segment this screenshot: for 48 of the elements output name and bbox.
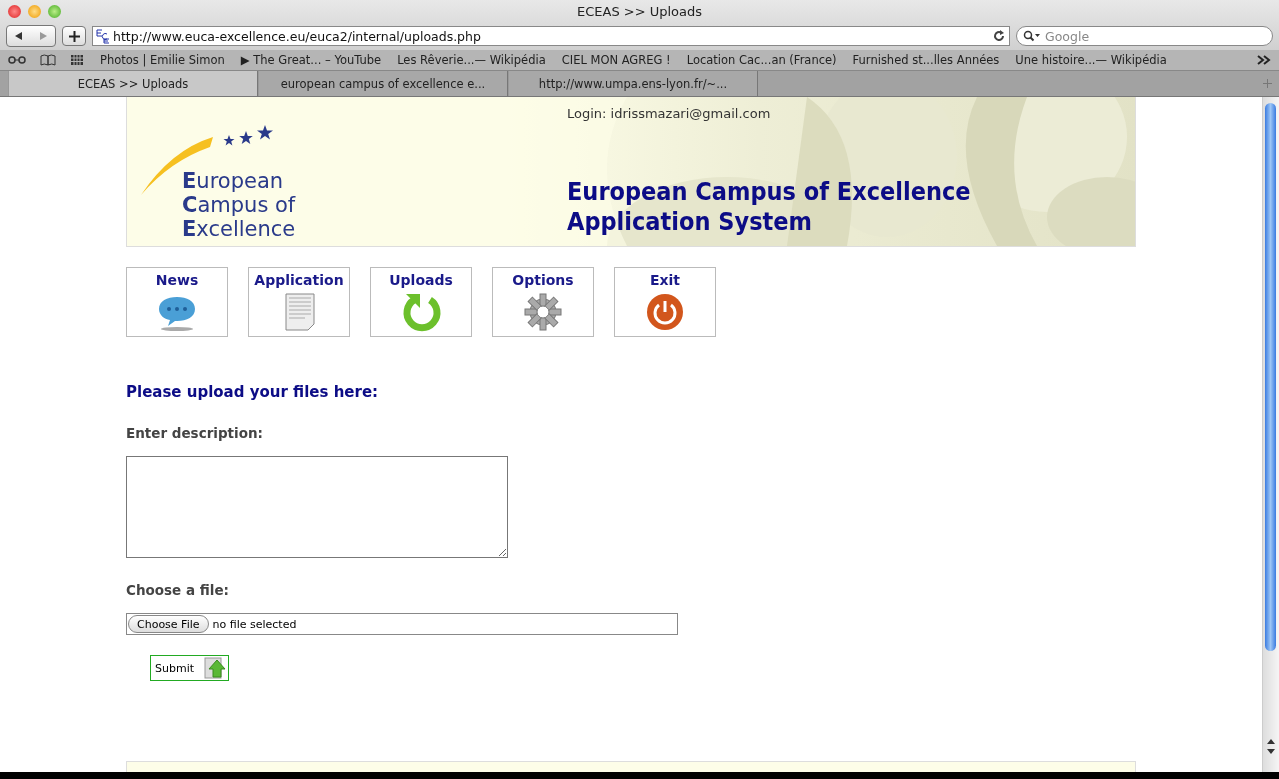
plus-icon bbox=[68, 30, 80, 42]
power-icon bbox=[644, 292, 686, 332]
more-bookmarks-icon[interactable] bbox=[1257, 55, 1271, 65]
field-label: Choose a file: bbox=[126, 582, 230, 598]
book-icon[interactable] bbox=[40, 54, 56, 66]
bookmark-link[interactable]: Location Cac...an (France) bbox=[686, 53, 837, 67]
scrollbar[interactable] bbox=[1262, 97, 1279, 772]
bookmark-link[interactable]: Une histoire...— Wikipédia bbox=[1015, 53, 1167, 67]
gear-icon bbox=[522, 292, 564, 332]
address-field[interactable]: http://www.euca-excellence.eu/euca2/internal/uploads.php bbox=[92, 26, 1010, 46]
submit-button[interactable]: Submit bbox=[150, 655, 230, 681]
logo-text: European bbox=[182, 169, 285, 193]
nav-tile[interactable]: Uploads bbox=[370, 267, 472, 337]
upload-arrow-icon bbox=[204, 657, 227, 679]
nav-tile[interactable]: Options bbox=[492, 267, 594, 337]
search-icon bbox=[1023, 30, 1041, 42]
search-field[interactable]: Google bbox=[1016, 26, 1273, 46]
bookmark-link[interactable]: Les Rêverie...— Wikipédia bbox=[397, 53, 546, 67]
site-icon bbox=[95, 28, 111, 44]
login-text: Login: idrissmazari@gmail.com bbox=[567, 106, 771, 121]
right-arrow-icon bbox=[38, 31, 48, 41]
bookmark-link[interactable]: ▶ The Great... – YouTube bbox=[240, 53, 382, 67]
grid-icon[interactable] bbox=[70, 54, 84, 66]
browser-tab[interactable]: ECEAS >> Uploads bbox=[8, 71, 258, 96]
logo-text: Excellence bbox=[182, 217, 296, 241]
upload-heading: Please upload your files here: bbox=[126, 383, 380, 401]
bookmark-link[interactable]: CIEL MON AGREG ! bbox=[561, 53, 671, 67]
browser-tab[interactable]: http://www.umpa.ens-lyon.fr/~... bbox=[508, 71, 758, 96]
nav-tile[interactable]: Application bbox=[248, 267, 350, 337]
browser-tab[interactable]: european campus of excellence e... bbox=[258, 71, 508, 96]
left-arrow-icon bbox=[14, 31, 24, 41]
bookmark-link[interactable]: Photos | Emilie Simon bbox=[100, 53, 225, 67]
reading-glasses-icon[interactable] bbox=[8, 55, 26, 65]
add-bookmark-button[interactable] bbox=[62, 26, 86, 46]
reload-icon[interactable] bbox=[993, 30, 1005, 42]
file-status: no file selected bbox=[212, 617, 297, 631]
file-input[interactable]: Choose File no file selected bbox=[126, 613, 678, 635]
nav-tile[interactable]: News bbox=[126, 267, 228, 337]
choose-file-button[interactable]: Choose File bbox=[128, 615, 209, 633]
site-title: European Campus of Excellence bbox=[567, 177, 971, 207]
nav-tile[interactable]: Exit bbox=[614, 267, 716, 337]
close-button[interactable] bbox=[8, 4, 21, 18]
site-title: Application System bbox=[567, 207, 813, 237]
description-field[interactable] bbox=[126, 456, 508, 558]
logo-text: Campus of bbox=[182, 193, 296, 217]
field-label: Enter description: bbox=[126, 425, 264, 441]
window-title: ECEAS >> Uploads bbox=[577, 3, 702, 19]
bookmark-link[interactable]: Furnished st...lles Années bbox=[852, 53, 1000, 67]
